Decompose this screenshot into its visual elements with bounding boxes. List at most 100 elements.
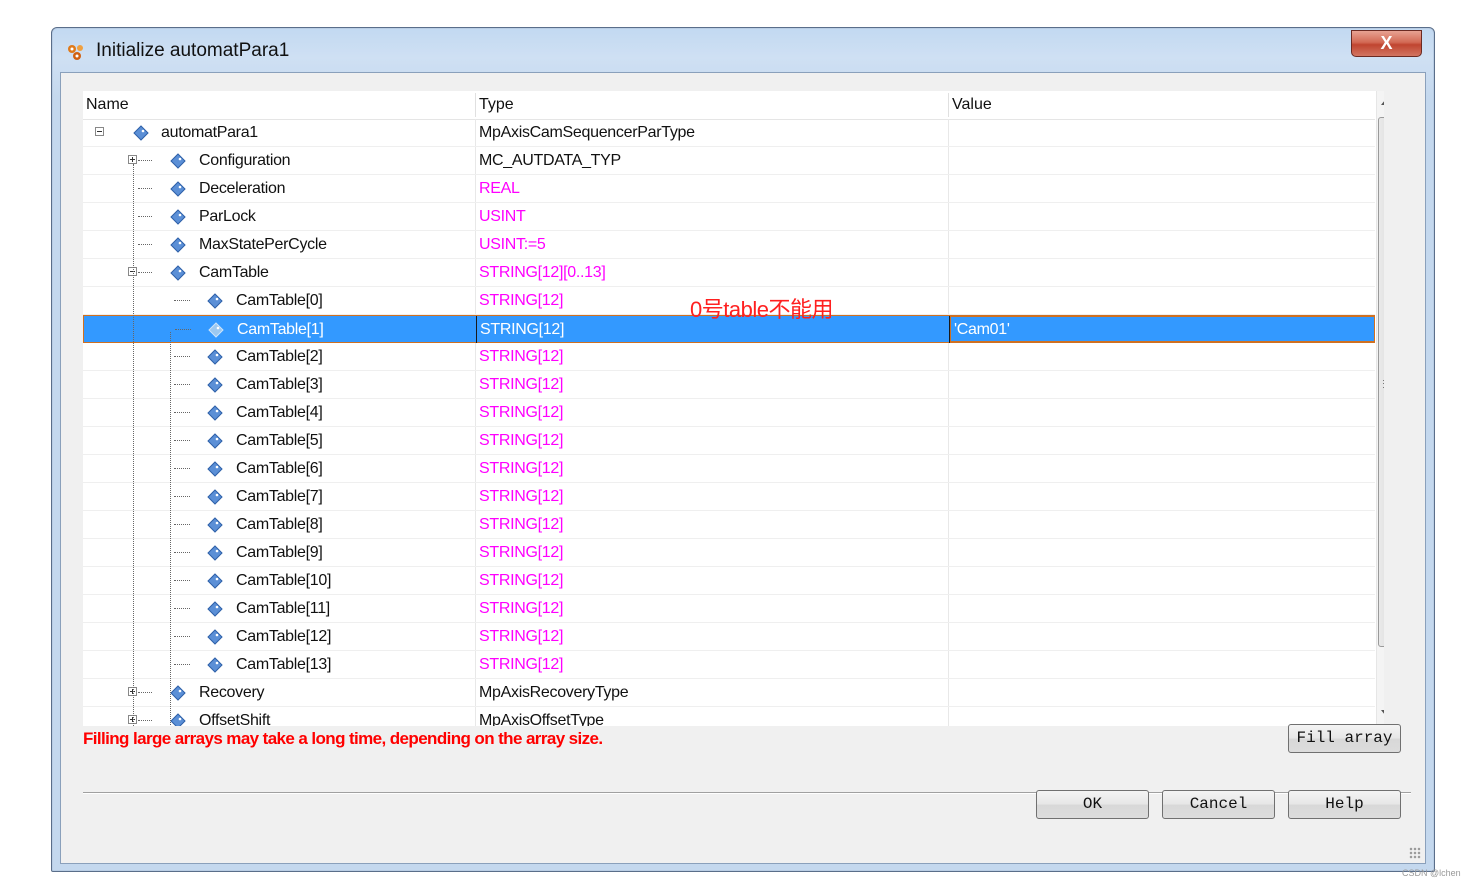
handwritten-annotation: 0号table不能用 (690, 297, 833, 322)
column-divider (475, 511, 476, 538)
tree-row[interactable]: Deceleration REAL (83, 175, 1375, 203)
column-divider (475, 567, 476, 594)
column-divider (948, 455, 949, 482)
tree-connector (174, 552, 190, 553)
column-divider (948, 119, 949, 146)
tree-row[interactable]: CamTable[11] STRING[12] (83, 595, 1375, 623)
row-value[interactable]: 'Cam01' (954, 316, 1010, 343)
tree-row[interactable]: Configuration MC_AUTDATA_TYP (83, 147, 1375, 175)
column-divider (475, 147, 476, 174)
row-type: STRING[12] (479, 600, 564, 617)
app-gear-icon (68, 45, 83, 60)
column-divider (948, 231, 949, 258)
column-divider (476, 316, 477, 343)
dialog-client-area: Name Type Value automatPara1 MpAxisCamSeq… (60, 72, 1426, 864)
row-name: MaxStatePerCycle (199, 236, 327, 253)
tree-row[interactable]: CamTable[9] STRING[12] (83, 539, 1375, 567)
variable-tag-icon (170, 265, 186, 281)
title-bar[interactable]: Initialize automatPara1 X (52, 28, 1434, 74)
column-header-type[interactable]: Type (476, 91, 948, 119)
row-name: CamTable[8] (236, 516, 323, 533)
row-type: MpAxisRecoveryType (479, 684, 629, 701)
scrollbar-thumb[interactable] (1378, 117, 1384, 647)
variable-tag-icon (170, 153, 186, 169)
row-type: MpAxisCamSequencerParType (479, 124, 695, 141)
tree-row[interactable]: CamTable[6] STRING[12] (83, 455, 1375, 483)
tree-row[interactable]: CamTable[7] STRING[12] (83, 483, 1375, 511)
watermark: CSDN @lchen (1402, 868, 1461, 878)
variable-tag-icon (208, 322, 224, 338)
tree-connector (138, 160, 152, 161)
tree-row[interactable]: OffsetShift MpAxisOffsetType (83, 707, 1375, 726)
row-name: CamTable[7] (236, 488, 323, 505)
row-name: CamTable[12] (236, 628, 332, 645)
fill-array-button[interactable]: Fill array (1288, 724, 1401, 753)
row-type: STRING[12] (479, 656, 564, 673)
tree-row[interactable]: CamTable[3] STRING[12] (83, 371, 1375, 399)
column-divider (948, 427, 949, 454)
tree-connector (174, 608, 190, 609)
variable-tag-icon (207, 405, 223, 421)
tree-row[interactable]: CamTable[8] STRING[12] (83, 511, 1375, 539)
variable-tag-icon (170, 237, 186, 253)
column-divider (948, 259, 949, 286)
tree-row[interactable]: CamTable[4] STRING[12] (83, 399, 1375, 427)
variable-tag-icon (207, 293, 223, 309)
value-edit-box[interactable] (950, 316, 1375, 342)
tree-row[interactable]: ParLock USINT (83, 203, 1375, 231)
row-type: STRING[12] (479, 544, 564, 561)
column-divider (948, 399, 949, 426)
column-divider (948, 679, 949, 706)
column-divider (948, 707, 949, 726)
tree-row[interactable]: automatPara1 MpAxisCamSequencerParType (83, 119, 1375, 147)
tree-row[interactable]: Recovery MpAxisRecoveryType (83, 679, 1375, 707)
ok-button[interactable]: OK (1036, 790, 1149, 819)
variable-tag-icon (207, 629, 223, 645)
tree-row[interactable]: CamTable[5] STRING[12] (83, 427, 1375, 455)
row-type: STRING[12] (480, 321, 565, 338)
tree-connector (138, 272, 152, 273)
tree-row[interactable]: CamTable[10] STRING[12] (83, 567, 1375, 595)
column-divider (475, 175, 476, 202)
vertical-scrollbar[interactable] (1376, 91, 1384, 726)
tree-row[interactable]: CamTable[13] STRING[12] (83, 651, 1375, 679)
column-divider (475, 119, 476, 146)
variable-tag-icon (207, 461, 223, 477)
help-button[interactable]: Help (1288, 790, 1401, 819)
collapse-minus-icon[interactable] (95, 127, 104, 136)
column-header-name[interactable]: Name (83, 91, 475, 119)
variable-tag-icon (207, 573, 223, 589)
tree-connector (174, 412, 190, 413)
cancel-button[interactable]: Cancel (1162, 790, 1275, 819)
column-divider (475, 427, 476, 454)
column-header-value[interactable]: Value (949, 91, 1374, 119)
tree-connector (174, 636, 190, 637)
row-name: Recovery (199, 684, 265, 701)
tree-row[interactable]: CamTable[12] STRING[12] (83, 623, 1375, 651)
variable-tag-icon (207, 517, 223, 533)
row-type: STRING[12] (479, 404, 564, 421)
tree-connector (174, 356, 190, 357)
column-divider (948, 287, 949, 314)
expand-plus-icon[interactable] (128, 155, 137, 164)
row-name: CamTable[9] (236, 544, 323, 561)
tree-row[interactable]: CamTable[2] STRING[12] (83, 343, 1375, 371)
column-divider (475, 399, 476, 426)
scroll-up-icon[interactable] (1381, 100, 1384, 105)
close-button[interactable]: X (1351, 30, 1422, 57)
tree-row[interactable]: CamTable STRING[12][0..13] (83, 259, 1375, 287)
variable-tag-icon (207, 601, 223, 617)
column-divider (948, 651, 949, 678)
tree-row[interactable]: MaxStatePerCycle USINT:=5 (83, 231, 1375, 259)
row-name: automatPara1 (161, 124, 258, 141)
variable-tree-grid[interactable]: Name Type Value automatPara1 MpAxisCamSeq… (83, 91, 1384, 726)
column-divider (948, 623, 949, 650)
column-divider (948, 371, 949, 398)
column-divider (475, 651, 476, 678)
row-name: Deceleration (199, 180, 286, 197)
scroll-down-icon[interactable] (1381, 710, 1384, 715)
resize-grip-icon[interactable] (1409, 847, 1421, 859)
variable-tag-icon (133, 125, 149, 141)
tree-connector (174, 664, 190, 665)
window-title: Initialize automatPara1 (96, 40, 290, 61)
